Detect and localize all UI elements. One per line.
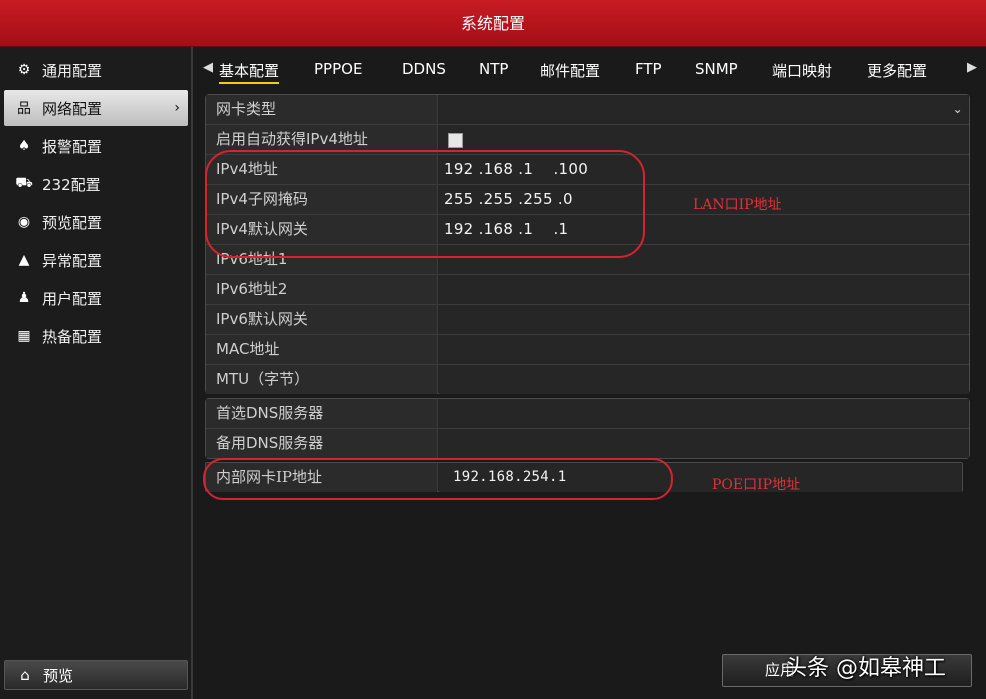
mtu-row: MTU（字节） xyxy=(206,365,969,395)
dhcp-label: 启用自动获得IPv4地址 xyxy=(206,125,438,154)
internal-nic-panel: 内部网卡IP地址 192.168.254.1 xyxy=(205,462,963,492)
mac-row: MAC地址 xyxy=(206,335,969,365)
ipv4-address-label: IPv4地址 xyxy=(206,155,438,184)
dns-panel: 首选DNS服务器 备用DNS服务器 xyxy=(205,398,970,459)
preview-button[interactable]: ⌂ 预览 xyxy=(4,660,188,690)
sidebar-item-label: 异常配置 xyxy=(42,251,103,270)
ipv6-address2-label: IPv6地址2 xyxy=(206,275,438,304)
ipv4-address-input[interactable]: 192 .168 .1 .100 xyxy=(439,155,969,184)
ipv4-gateway-label: IPv4默认网关 xyxy=(206,215,438,244)
sidebar: ⚙ 通用配置 品 网络配置 › ♠ 报警配置 ⛟ 232配置 ◉ 预览配置 ▲ … xyxy=(0,47,193,699)
tab-more[interactable]: 更多配置 xyxy=(867,60,927,81)
network-settings-panel: 网卡类型 ⌄ 启用自动获得IPv4地址 IPv4地址 192 .168 .1 .… xyxy=(205,94,970,394)
ipv6-gateway-row: IPv6默认网关 xyxy=(206,305,969,335)
alarm-icon: ♠ xyxy=(17,138,31,154)
internal-nic-row: 内部网卡IP地址 192.168.254.1 xyxy=(206,463,962,493)
main-panel: ◀ 基本配置 PPPOE DDNS NTP 邮件配置 FTP SNMP 端口映射… xyxy=(195,47,986,699)
ipv6-address2-field xyxy=(439,275,969,304)
ipv4-mask-row: IPv4子网掩码 255 .255 .255 .0 xyxy=(206,185,969,215)
sidebar-item-label: 预览配置 xyxy=(42,213,103,232)
home-icon: ⌂ xyxy=(20,666,30,684)
sidebar-item-label: 热备配置 xyxy=(42,327,103,346)
ipv6-gateway-field xyxy=(439,305,969,334)
poe-annotation-label: POE口IP地址 xyxy=(712,477,801,493)
sidebar-item-exception[interactable]: ▲ 异常配置 xyxy=(4,242,188,278)
mtu-input[interactable] xyxy=(439,365,969,394)
dns-secondary-label: 备用DNS服务器 xyxy=(206,429,438,458)
internal-nic-label: 内部网卡IP地址 xyxy=(206,463,438,492)
tab-scroll-right-icon[interactable]: ▶ xyxy=(967,60,977,75)
sidebar-item-general[interactable]: ⚙ 通用配置 xyxy=(4,52,188,88)
sidebar-item-label: 232配置 xyxy=(42,175,101,194)
chevron-right-icon: › xyxy=(174,100,180,116)
sidebar-item-label: 用户配置 xyxy=(42,289,103,308)
dns-primary-label: 首选DNS服务器 xyxy=(206,399,438,428)
tab-port-mapping[interactable]: 端口映射 xyxy=(772,60,832,81)
ipv6-address1-row: IPv6地址1 xyxy=(206,245,969,275)
tab-ddns[interactable]: DDNS xyxy=(402,60,446,78)
tab-email[interactable]: 邮件配置 xyxy=(540,60,600,81)
mtu-label: MTU（字节） xyxy=(206,365,438,394)
tab-basic[interactable]: 基本配置 xyxy=(219,60,280,84)
watermark: 头条 @如皋神工 xyxy=(785,656,946,681)
ipv6-gateway-label: IPv6默认网关 xyxy=(206,305,438,334)
tab-bar: ◀ 基本配置 PPPOE DDNS NTP 邮件配置 FTP SNMP 端口映射… xyxy=(195,52,986,86)
sidebar-item-alarm[interactable]: ♠ 报警配置 xyxy=(4,128,188,164)
sidebar-item-users[interactable]: ♟ 用户配置 xyxy=(4,280,188,316)
window-title: 系统配置 xyxy=(0,0,986,47)
dns-secondary-input[interactable] xyxy=(439,429,969,458)
ipv6-address1-label: IPv6地址1 xyxy=(206,245,438,274)
tab-ftp[interactable]: FTP xyxy=(635,60,662,78)
nic-type-select[interactable]: ⌄ xyxy=(439,95,969,124)
sidebar-item-preview-config[interactable]: ◉ 预览配置 xyxy=(4,204,188,240)
tab-snmp[interactable]: SNMP xyxy=(695,60,738,78)
mac-field xyxy=(439,335,969,364)
dhcp-cell xyxy=(439,125,969,154)
tab-scroll-left-icon[interactable]: ◀ xyxy=(203,60,213,75)
sidebar-item-label: 网络配置 xyxy=(42,99,103,118)
dns-primary-input[interactable] xyxy=(439,399,969,428)
tab-pppoe[interactable]: PPPOE xyxy=(314,60,362,78)
preview-label: 预览 xyxy=(43,666,74,685)
dns-secondary-row: 备用DNS服务器 xyxy=(206,429,969,459)
ipv6-address2-row: IPv6地址2 xyxy=(206,275,969,305)
ipv6-address1-field xyxy=(439,245,969,274)
tab-ntp[interactable]: NTP xyxy=(479,60,508,78)
users-icon: ♟ xyxy=(17,290,31,306)
network-icon: 品 xyxy=(17,101,31,117)
chevron-down-icon: ⌄ xyxy=(952,102,963,116)
sidebar-item-network[interactable]: 品 网络配置 › xyxy=(4,90,188,126)
sidebar-item-label: 报警配置 xyxy=(42,137,103,156)
dhcp-row: 启用自动获得IPv4地址 xyxy=(206,125,969,155)
backup-icon: ▦ xyxy=(17,328,31,344)
nic-type-row: 网卡类型 ⌄ xyxy=(206,95,969,125)
ipv4-gateway-input[interactable]: 192 .168 .1 .1 xyxy=(439,215,969,244)
ipv4-mask-label: IPv4子网掩码 xyxy=(206,185,438,214)
sidebar-item-rs232[interactable]: ⛟ 232配置 xyxy=(4,166,188,202)
nic-type-label: 网卡类型 xyxy=(206,95,438,124)
mac-label: MAC地址 xyxy=(206,335,438,364)
serial-icon: ⛟ xyxy=(15,175,33,191)
eye-icon: ◉ xyxy=(17,214,31,230)
sidebar-item-label: 通用配置 xyxy=(42,61,103,80)
sidebar-item-hot-backup[interactable]: ▦ 热备配置 xyxy=(4,318,188,354)
warning-icon: ▲ xyxy=(18,252,30,268)
ipv4-gateway-row: IPv4默认网关 192 .168 .1 .1 xyxy=(206,215,969,245)
dns-primary-row: 首选DNS服务器 xyxy=(206,399,969,429)
dhcp-checkbox[interactable] xyxy=(448,133,463,148)
lan-annotation-label: LAN口IP地址 xyxy=(693,197,782,213)
ipv4-address-row: IPv4地址 192 .168 .1 .100 xyxy=(206,155,969,185)
internal-nic-input[interactable]: 192.168.254.1 xyxy=(439,463,962,492)
gear-icon: ⚙ xyxy=(17,62,31,78)
